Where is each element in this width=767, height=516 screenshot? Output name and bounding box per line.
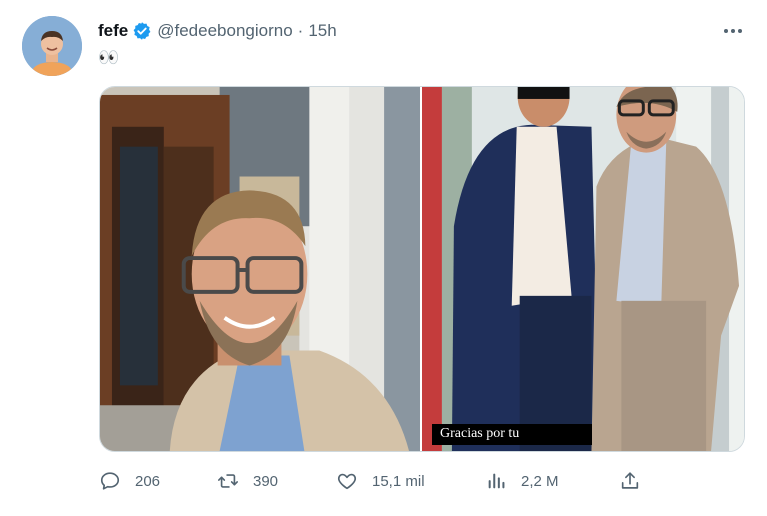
photo-selfie[interactable]: [100, 87, 420, 451]
separator-dot: ·: [297, 21, 304, 40]
retweet-button[interactable]: 390: [217, 468, 278, 494]
share-icon: [619, 470, 641, 492]
user-handle[interactable]: @fedeebongiorno: [157, 21, 292, 41]
photo-duo[interactable]: Gracias por tu: [422, 87, 744, 451]
reply-count: 206: [135, 472, 161, 490]
retweet-count: 390: [253, 472, 279, 490]
reply-icon: [99, 470, 121, 492]
avatar[interactable]: [22, 16, 82, 76]
timestamp[interactable]: 15h: [308, 21, 336, 41]
more-icon[interactable]: [720, 20, 746, 42]
retweet-icon: [217, 470, 239, 492]
like-count: 15,1 mil: [372, 472, 425, 490]
views-icon: [485, 470, 507, 492]
reply-button[interactable]: 206: [99, 468, 160, 494]
like-icon: [336, 470, 358, 492]
action-bar: 206 390 15,1 mil 2,2 M: [99, 468, 745, 494]
tweet-header: fefe @fedeebongiorno · 15h: [98, 20, 337, 42]
verified-badge-icon: [132, 21, 152, 41]
views-count: 2,2 M: [521, 472, 559, 490]
photo-caption: Gracias por tu: [432, 424, 592, 445]
tweet[interactable]: fefe @fedeebongiorno · 15h 👀 Gracias por…: [0, 0, 767, 516]
like-button[interactable]: 15,1 mil: [336, 468, 425, 494]
media-grid: Gracias por tu: [99, 86, 745, 452]
display-name[interactable]: fefe: [98, 21, 128, 41]
tweet-text: 👀: [98, 48, 120, 67]
share-button[interactable]: [619, 468, 641, 494]
views-button[interactable]: 2,2 M: [485, 468, 559, 494]
